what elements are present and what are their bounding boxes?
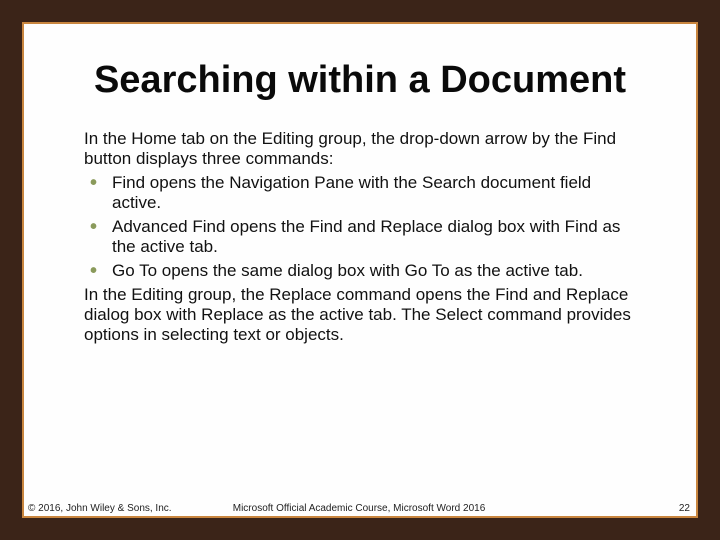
intro-paragraph: In the Home tab on the Editing group, th… — [84, 129, 636, 169]
bullet-list: Find opens the Navigation Pane with the … — [84, 173, 636, 281]
list-item: Advanced Find opens the Find and Replace… — [84, 217, 636, 257]
list-item: Go To opens the same dialog box with Go … — [84, 261, 636, 281]
slide-content: Searching within a Document In the Home … — [84, 60, 636, 350]
list-item: Find opens the Navigation Pane with the … — [84, 173, 636, 213]
slide-title: Searching within a Document — [84, 60, 636, 101]
footer-page-number: 22 — [679, 503, 690, 514]
slide-frame: Searching within a Document In the Home … — [22, 22, 698, 518]
footer-course: Microsoft Official Academic Course, Micr… — [28, 503, 690, 514]
outro-paragraph: In the Editing group, the Replace comman… — [84, 285, 636, 345]
slide-footer: © 2016, John Wiley & Sons, Inc. Microsof… — [28, 498, 690, 514]
